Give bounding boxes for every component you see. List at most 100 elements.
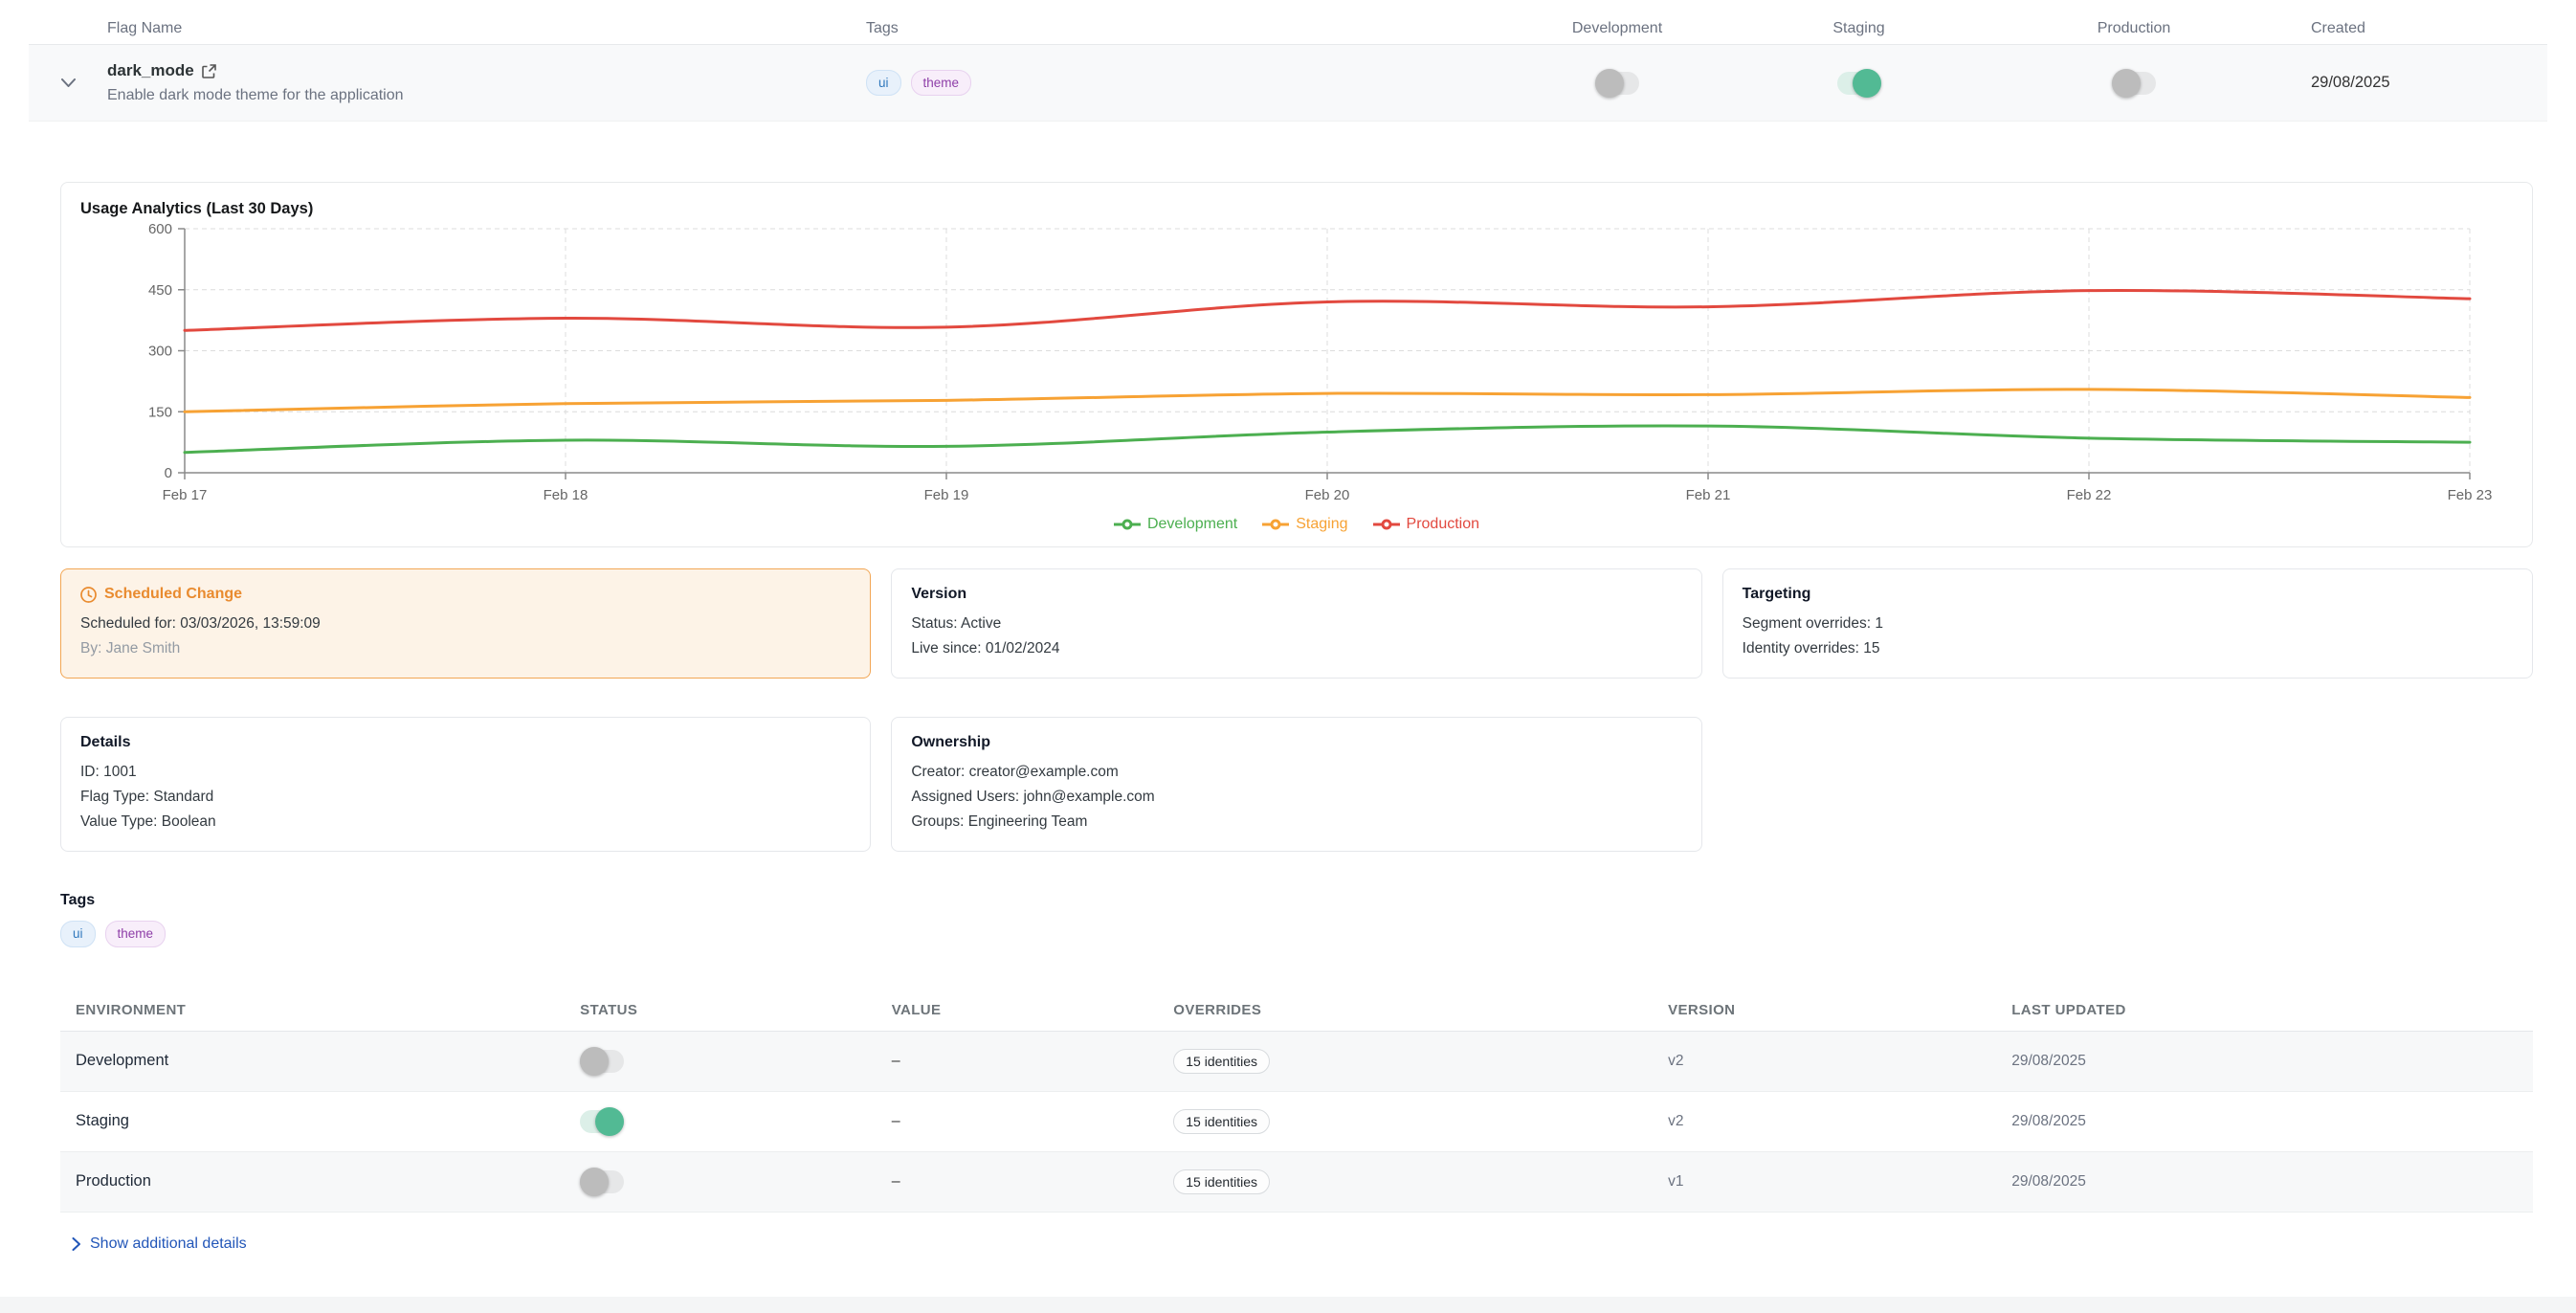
staging-status-toggle[interactable] bbox=[580, 1110, 624, 1133]
development-status-toggle[interactable] bbox=[580, 1050, 624, 1073]
legend-marker-icon bbox=[1114, 518, 1141, 531]
toggle-knob bbox=[1853, 69, 1881, 98]
identities-override-chip[interactable]: 15 identities bbox=[1173, 1169, 1270, 1194]
groups: Groups: Engineering Team bbox=[911, 810, 1681, 835]
legend-marker-icon bbox=[1373, 518, 1400, 531]
usage-analytics-chart: 0150300450600Feb 17Feb 18Feb 19Feb 20Feb… bbox=[80, 222, 2515, 509]
col-version: VERSION bbox=[1653, 989, 1996, 1032]
external-link-icon[interactable] bbox=[202, 64, 216, 78]
identity-overrides: Identity overrides: 15 bbox=[1743, 636, 2513, 661]
version-cell: v1 bbox=[1668, 1173, 1683, 1190]
segment-overrides: Segment overrides: 1 bbox=[1743, 612, 2513, 636]
svg-text:Feb 21: Feb 21 bbox=[1686, 487, 1731, 503]
toggle-knob bbox=[580, 1168, 609, 1196]
tag-ui: ui bbox=[866, 70, 901, 97]
feature-flag-panel: Flag Name Tags Development Staging Produ… bbox=[0, 0, 2576, 1297]
flag-name-cell: dark_mode Enable dark mode theme for the… bbox=[107, 61, 866, 104]
ownership-title: Ownership bbox=[911, 734, 1681, 751]
value-cell: – bbox=[892, 1113, 900, 1129]
staging-toggle-cell bbox=[1718, 72, 2000, 95]
info-cards-row-2: Details ID: 1001 Flag Type: Standard Val… bbox=[60, 717, 2533, 852]
scheduled-for-text: Scheduled for: 03/03/2026, 13:59:09 bbox=[80, 612, 851, 636]
col-value: VALUE bbox=[877, 989, 1159, 1032]
tags-section-title: Tags bbox=[60, 892, 2533, 909]
identities-override-chip[interactable]: 15 identities bbox=[1173, 1049, 1270, 1074]
chart-legend: Development Staging Production bbox=[80, 516, 2513, 533]
chevron-down-icon[interactable] bbox=[61, 78, 76, 87]
env-table-row: Staging–15 identitiesv229/08/2025 bbox=[60, 1091, 2533, 1151]
value-type: Value Type: Boolean bbox=[80, 810, 851, 835]
column-production: Production bbox=[2000, 20, 2268, 37]
expand-collapse-button[interactable] bbox=[29, 78, 107, 87]
targeting-card: Targeting Segment overrides: 1 Identity … bbox=[1722, 568, 2533, 679]
environment-name: Staging bbox=[76, 1112, 129, 1129]
legend-item-staging[interactable]: Staging bbox=[1262, 516, 1347, 533]
svg-text:Feb 23: Feb 23 bbox=[2448, 487, 2493, 503]
flag-detail-section: Usage Analytics (Last 30 Days) 015030045… bbox=[0, 122, 2576, 1253]
scheduled-by-text: By: Jane Smith bbox=[80, 636, 851, 661]
col-overrides: OVERRIDES bbox=[1158, 989, 1653, 1032]
value-cell: – bbox=[892, 1053, 900, 1069]
column-development: Development bbox=[1517, 20, 1718, 37]
legend-label: Development bbox=[1147, 516, 1237, 533]
svg-text:450: 450 bbox=[148, 282, 172, 299]
svg-text:Feb 19: Feb 19 bbox=[924, 487, 969, 503]
development-toggle-cell bbox=[1517, 72, 1718, 95]
legend-label: Production bbox=[1407, 516, 1480, 533]
scheduled-change-card: Scheduled Change Scheduled for: 03/03/20… bbox=[60, 568, 871, 679]
creator: Creator: creator@example.com bbox=[911, 760, 1681, 785]
col-last-updated: LAST UPDATED bbox=[1996, 989, 2533, 1032]
flag-row-dark-mode: dark_mode Enable dark mode theme for the… bbox=[29, 45, 2547, 122]
last-updated-cell: 29/08/2025 bbox=[2011, 1113, 2086, 1129]
scheduled-change-label: Scheduled Change bbox=[104, 586, 242, 603]
svg-text:Feb 20: Feb 20 bbox=[1305, 487, 1350, 503]
legend-item-production[interactable]: Production bbox=[1373, 516, 1480, 533]
created-date: 29/08/2025 bbox=[2268, 74, 2547, 92]
svg-text:150: 150 bbox=[148, 404, 172, 420]
column-staging: Staging bbox=[1718, 20, 2000, 37]
last-updated-cell: 29/08/2025 bbox=[2011, 1053, 2086, 1069]
production-toggle[interactable] bbox=[2112, 72, 2156, 95]
development-toggle[interactable] bbox=[1595, 72, 1639, 95]
version-card: Version Status: Active Live since: 01/02… bbox=[891, 568, 1701, 679]
toggle-knob bbox=[1595, 69, 1624, 98]
svg-text:300: 300 bbox=[148, 344, 172, 360]
clock-icon bbox=[80, 587, 97, 603]
tag-theme: theme bbox=[911, 70, 972, 97]
details-card: Details ID: 1001 Flag Type: Standard Val… bbox=[60, 717, 871, 852]
env-table-row: Development–15 identitiesv229/08/2025 bbox=[60, 1031, 2533, 1091]
identities-override-chip[interactable]: 15 identities bbox=[1173, 1109, 1270, 1134]
tag-theme: theme bbox=[105, 921, 167, 947]
version-cell: v2 bbox=[1668, 1053, 1683, 1069]
flag-type: Flag Type: Standard bbox=[80, 785, 851, 810]
usage-analytics-card: Usage Analytics (Last 30 Days) 015030045… bbox=[60, 182, 2533, 547]
tags-section: ui theme bbox=[60, 921, 2533, 947]
flag-table-header: Flag Name Tags Development Staging Produ… bbox=[29, 13, 2547, 45]
targeting-title: Targeting bbox=[1743, 586, 2513, 603]
staging-toggle[interactable] bbox=[1837, 72, 1881, 95]
production-status-toggle[interactable] bbox=[580, 1170, 624, 1193]
toggle-knob bbox=[595, 1107, 624, 1136]
legend-marker-icon bbox=[1262, 518, 1289, 531]
ownership-card: Ownership Creator: creator@example.com A… bbox=[891, 717, 1701, 852]
svg-text:Feb 22: Feb 22 bbox=[2067, 487, 2112, 503]
column-flag-name: Flag Name bbox=[107, 20, 866, 37]
environment-name: Production bbox=[76, 1172, 151, 1190]
flag-name: dark_mode bbox=[107, 61, 194, 80]
empty-card-slot bbox=[1722, 717, 2533, 852]
tag-ui: ui bbox=[60, 921, 96, 947]
env-table-row: Production–15 identitiesv129/08/2025 bbox=[60, 1151, 2533, 1212]
toggle-knob bbox=[2112, 69, 2141, 98]
environments-table: ENVIRONMENT STATUS VALUE OVERRIDES VERSI… bbox=[60, 989, 2533, 1213]
flag-tags-cell: ui theme bbox=[866, 70, 1517, 97]
flag-id: ID: 1001 bbox=[80, 760, 851, 785]
info-cards-row-1: Scheduled Change Scheduled for: 03/03/20… bbox=[60, 568, 2533, 679]
chevron-right-icon bbox=[72, 1237, 80, 1251]
version-status: Status: Active bbox=[911, 612, 1681, 636]
value-cell: – bbox=[892, 1173, 900, 1190]
legend-item-development[interactable]: Development bbox=[1114, 516, 1237, 533]
production-toggle-cell bbox=[2000, 72, 2268, 95]
show-additional-details-link[interactable]: Show additional details bbox=[60, 1213, 247, 1253]
legend-label: Staging bbox=[1296, 516, 1347, 533]
version-title: Version bbox=[911, 586, 1681, 603]
